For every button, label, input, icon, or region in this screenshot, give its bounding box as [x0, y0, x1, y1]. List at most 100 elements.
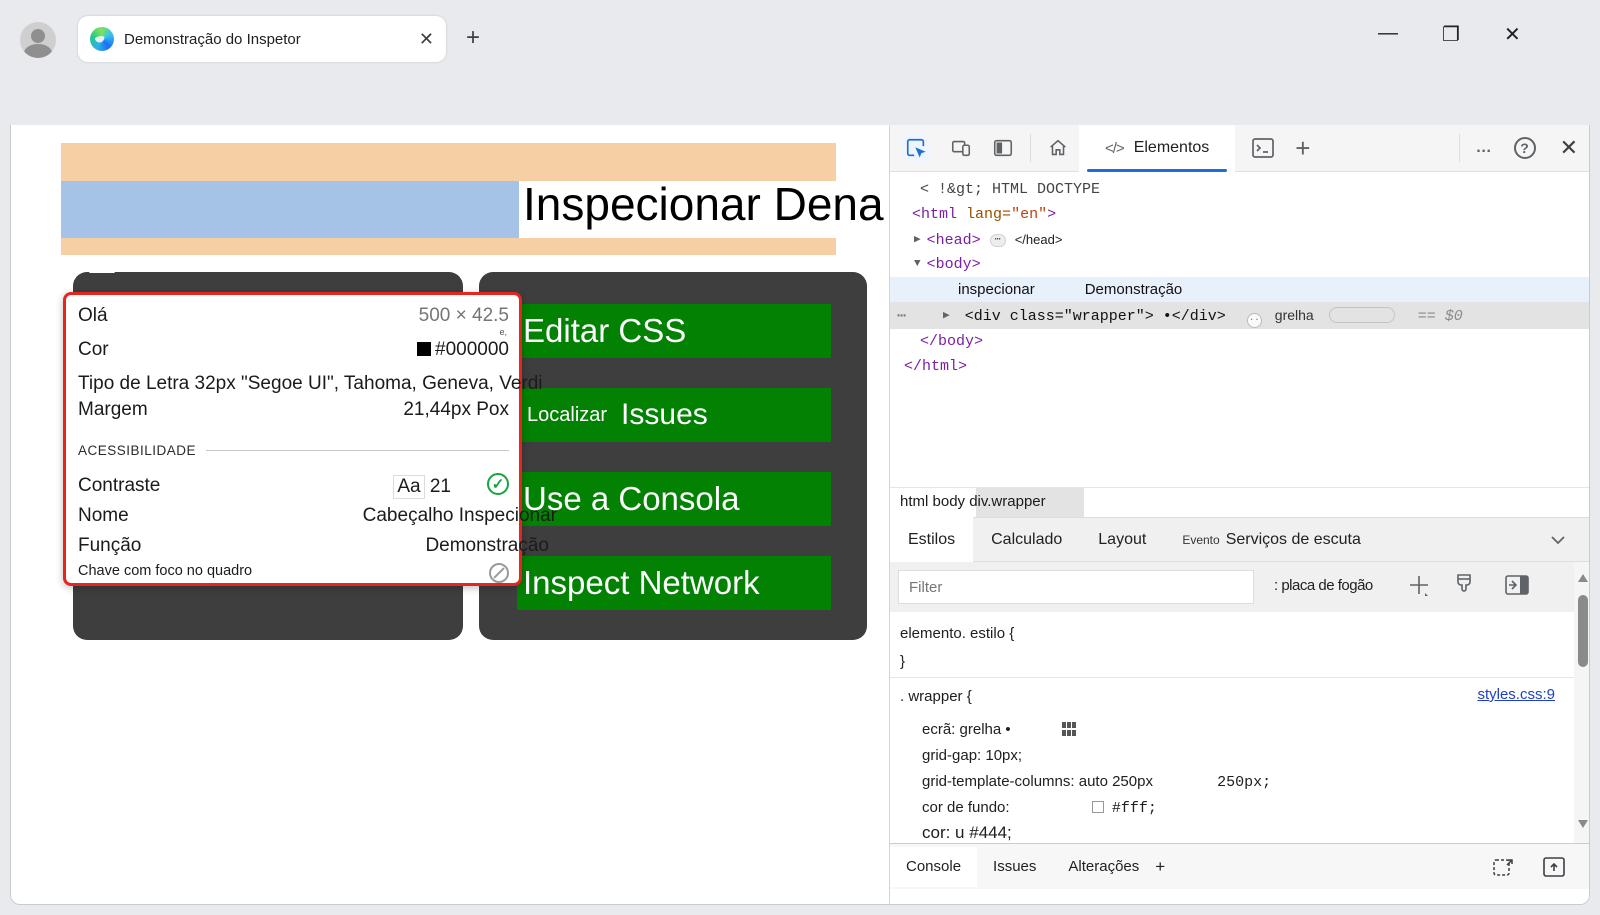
browser-toolbar: https://microsoftedge.github.io/Demos/de… [0, 62, 1600, 125]
device-emulation-icon[interactable] [950, 137, 972, 159]
styles-scrollbar[interactable] [1574, 562, 1590, 843]
grid-badge-toggle[interactable] [1329, 307, 1395, 323]
devtools-panel: </> Elementos + … ? ✕ < !&gt; HTML DOCTY… [889, 125, 1590, 905]
margin-value: 21,44px Pox [403, 399, 509, 421]
tab-strip: Demonstração do Inspetor ✕ + — ❐ ✕ [0, 0, 1600, 62]
collapsed-content-icon[interactable]: ⋯ [990, 234, 1006, 247]
profile-avatar[interactable] [20, 22, 56, 58]
tooltip-role-row: Função Demonstração [78, 535, 509, 557]
css-prop-display[interactable]: ecrã: grelha • [922, 721, 1077, 738]
chevron-down-icon[interactable] [1550, 535, 1566, 545]
keyboard-focus-blocked-icon [489, 563, 509, 583]
page-header-blue-bar [61, 181, 519, 238]
tooltip-color-row: Cor #000000 [78, 339, 509, 361]
add-tab-icon[interactable]: + [1295, 133, 1310, 164]
new-tab-button[interactable]: + [466, 26, 480, 50]
body-open-node[interactable]: ▼<body> [914, 252, 981, 277]
head-node[interactable]: ▶<head> ⋯ </head> [914, 227, 1062, 252]
console-tool-icon[interactable] [1251, 137, 1275, 159]
tooltip-keyboard-row: Chave com foco no quadro [78, 563, 509, 579]
accessibility-section-header: ACESSIBILIDADE [78, 443, 509, 458]
tab-elements[interactable]: </> Elementos [1079, 125, 1235, 172]
text-node[interactable]: inspecionarDemonstração [890, 277, 1590, 302]
breadcrumb-bar: html body div.wrapper [890, 487, 1590, 517]
contrast-pass-icon: ✓ [487, 473, 509, 495]
edit-css-button[interactable]: Editar CSS [517, 304, 831, 358]
window-close-button[interactable]: ✕ [1504, 22, 1521, 47]
drawer-more-tools-icon[interactable]: + [1155, 847, 1181, 887]
devtools-more-icon[interactable]: … [1476, 139, 1494, 157]
css-prop-gap[interactable]: grid-gap: 10px; [922, 747, 1022, 764]
active-tab-underline [1087, 169, 1227, 172]
expand-icon[interactable]: ▶ [914, 234, 921, 246]
node-menu-icon[interactable]: ⋯ [897, 308, 906, 325]
edge-favicon-icon [90, 27, 114, 51]
divider [206, 450, 509, 451]
html-open-node[interactable]: <html lang="en"> [912, 202, 1056, 227]
minimize-button[interactable]: — [1378, 22, 1398, 47]
css-prop-columns[interactable]: grid-template-columns: auto 250px 250px; [922, 773, 1271, 791]
tooltip-margin-row: Margem 21,44px Pox [78, 399, 509, 421]
body-close-node[interactable]: </body> [920, 329, 983, 354]
selected-div-node[interactable]: ⋯ ▶ <div class="wrapper"> •</div> ·· gre… [890, 302, 1590, 329]
styles-filter-bar: : placa de fogão [890, 562, 1590, 612]
tooltip-caret [89, 257, 115, 273]
tab-title: Demonstração do Inspetor [124, 31, 419, 48]
collapse-icon[interactable]: ▼ [914, 258, 921, 270]
element-style-close: } [900, 653, 905, 670]
tab-event-listeners[interactable]: EventoServiços de escuta [1164, 517, 1379, 562]
html-close-node[interactable]: </html> [904, 354, 967, 379]
inspect-network-button[interactable]: Inspect Network [517, 556, 831, 610]
inspect-element-tool-icon[interactable] [902, 134, 930, 162]
use-console-button[interactable]: Use a Consola [517, 472, 831, 526]
drawer-popout-icon[interactable] [1492, 856, 1516, 878]
scroll-down-icon[interactable] [1578, 820, 1588, 828]
grid-badge[interactable]: grelha [1275, 302, 1314, 329]
browser-tab[interactable]: Demonstração do Inspetor ✕ [78, 16, 446, 62]
tab-styles[interactable]: Estilos [890, 517, 973, 562]
dimensions-note: e, [499, 327, 507, 337]
white-color-swatch[interactable] [1092, 801, 1104, 813]
maximize-button[interactable]: ❐ [1442, 22, 1460, 47]
doctype-node[interactable]: < !&gt; HTML DOCTYPE [920, 177, 1100, 202]
web-page: Inspecionar Dena Editar CSS LocalizarIss… [11, 125, 889, 905]
contrast-value: 21 [430, 476, 451, 497]
drawer-tab-console[interactable]: Console [890, 847, 977, 887]
css-prop-color[interactable]: cor: u #444; [922, 823, 1012, 843]
role-value: Demonstração [425, 535, 549, 557]
element-dimensions: 500 × 42.5 [419, 305, 509, 327]
dock-side-icon[interactable] [992, 137, 1014, 159]
tab-close-icon[interactable]: ✕ [419, 30, 434, 48]
drawer-expand-icon[interactable] [1542, 856, 1566, 878]
pseudo-state-toggle[interactable]: : placa de fogão [1274, 577, 1373, 594]
filter-input[interactable] [898, 570, 1254, 604]
home-icon[interactable] [1047, 137, 1069, 159]
devtools-toolbar: </> Elementos + … ? ✕ [890, 125, 1590, 172]
scrollbar-thumb[interactable] [1578, 595, 1588, 667]
divider [1030, 134, 1031, 162]
drawer-tab-changes[interactable]: Alterações [1052, 847, 1155, 887]
adorner-dots-icon[interactable]: ·· [1247, 313, 1262, 328]
help-icon[interactable]: ? [1514, 137, 1536, 159]
css-prop-background[interactable]: cor de fundo: #fff; [922, 799, 1157, 817]
scroll-up-icon[interactable] [1578, 574, 1588, 582]
wrapper-selector[interactable]: . wrapper { [900, 688, 972, 705]
expand-icon[interactable]: ▶ [943, 310, 950, 322]
paintbrush-icon[interactable] [1452, 572, 1476, 598]
contrast-aa-sample: Aa [393, 475, 424, 499]
stylesheet-link[interactable]: styles.css:9 [1477, 686, 1555, 703]
element-style-rule[interactable]: elemento. estilo { [900, 625, 1014, 642]
color-swatch [417, 342, 431, 356]
styles-tab-bar: Estilos Calculado Layout EventoServiços … [890, 517, 1590, 562]
tab-computed[interactable]: Calculado [973, 517, 1080, 562]
devtools-close-icon[interactable]: ✕ [1560, 135, 1578, 161]
new-style-rule-icon[interactable] [1406, 572, 1432, 598]
tab-layout[interactable]: Layout [1080, 517, 1164, 562]
find-issues-button[interactable]: LocalizarIssues [517, 388, 831, 442]
computed-pane-toggle-icon[interactable] [1504, 574, 1530, 596]
code-icon: </> [1105, 140, 1124, 157]
grid-editor-icon[interactable] [1061, 721, 1077, 737]
breadcrumb[interactable]: html body div.wrapper [900, 493, 1046, 510]
window-controls: — ❐ ✕ [1378, 22, 1521, 47]
drawer-tab-issues[interactable]: Issues [977, 847, 1052, 887]
